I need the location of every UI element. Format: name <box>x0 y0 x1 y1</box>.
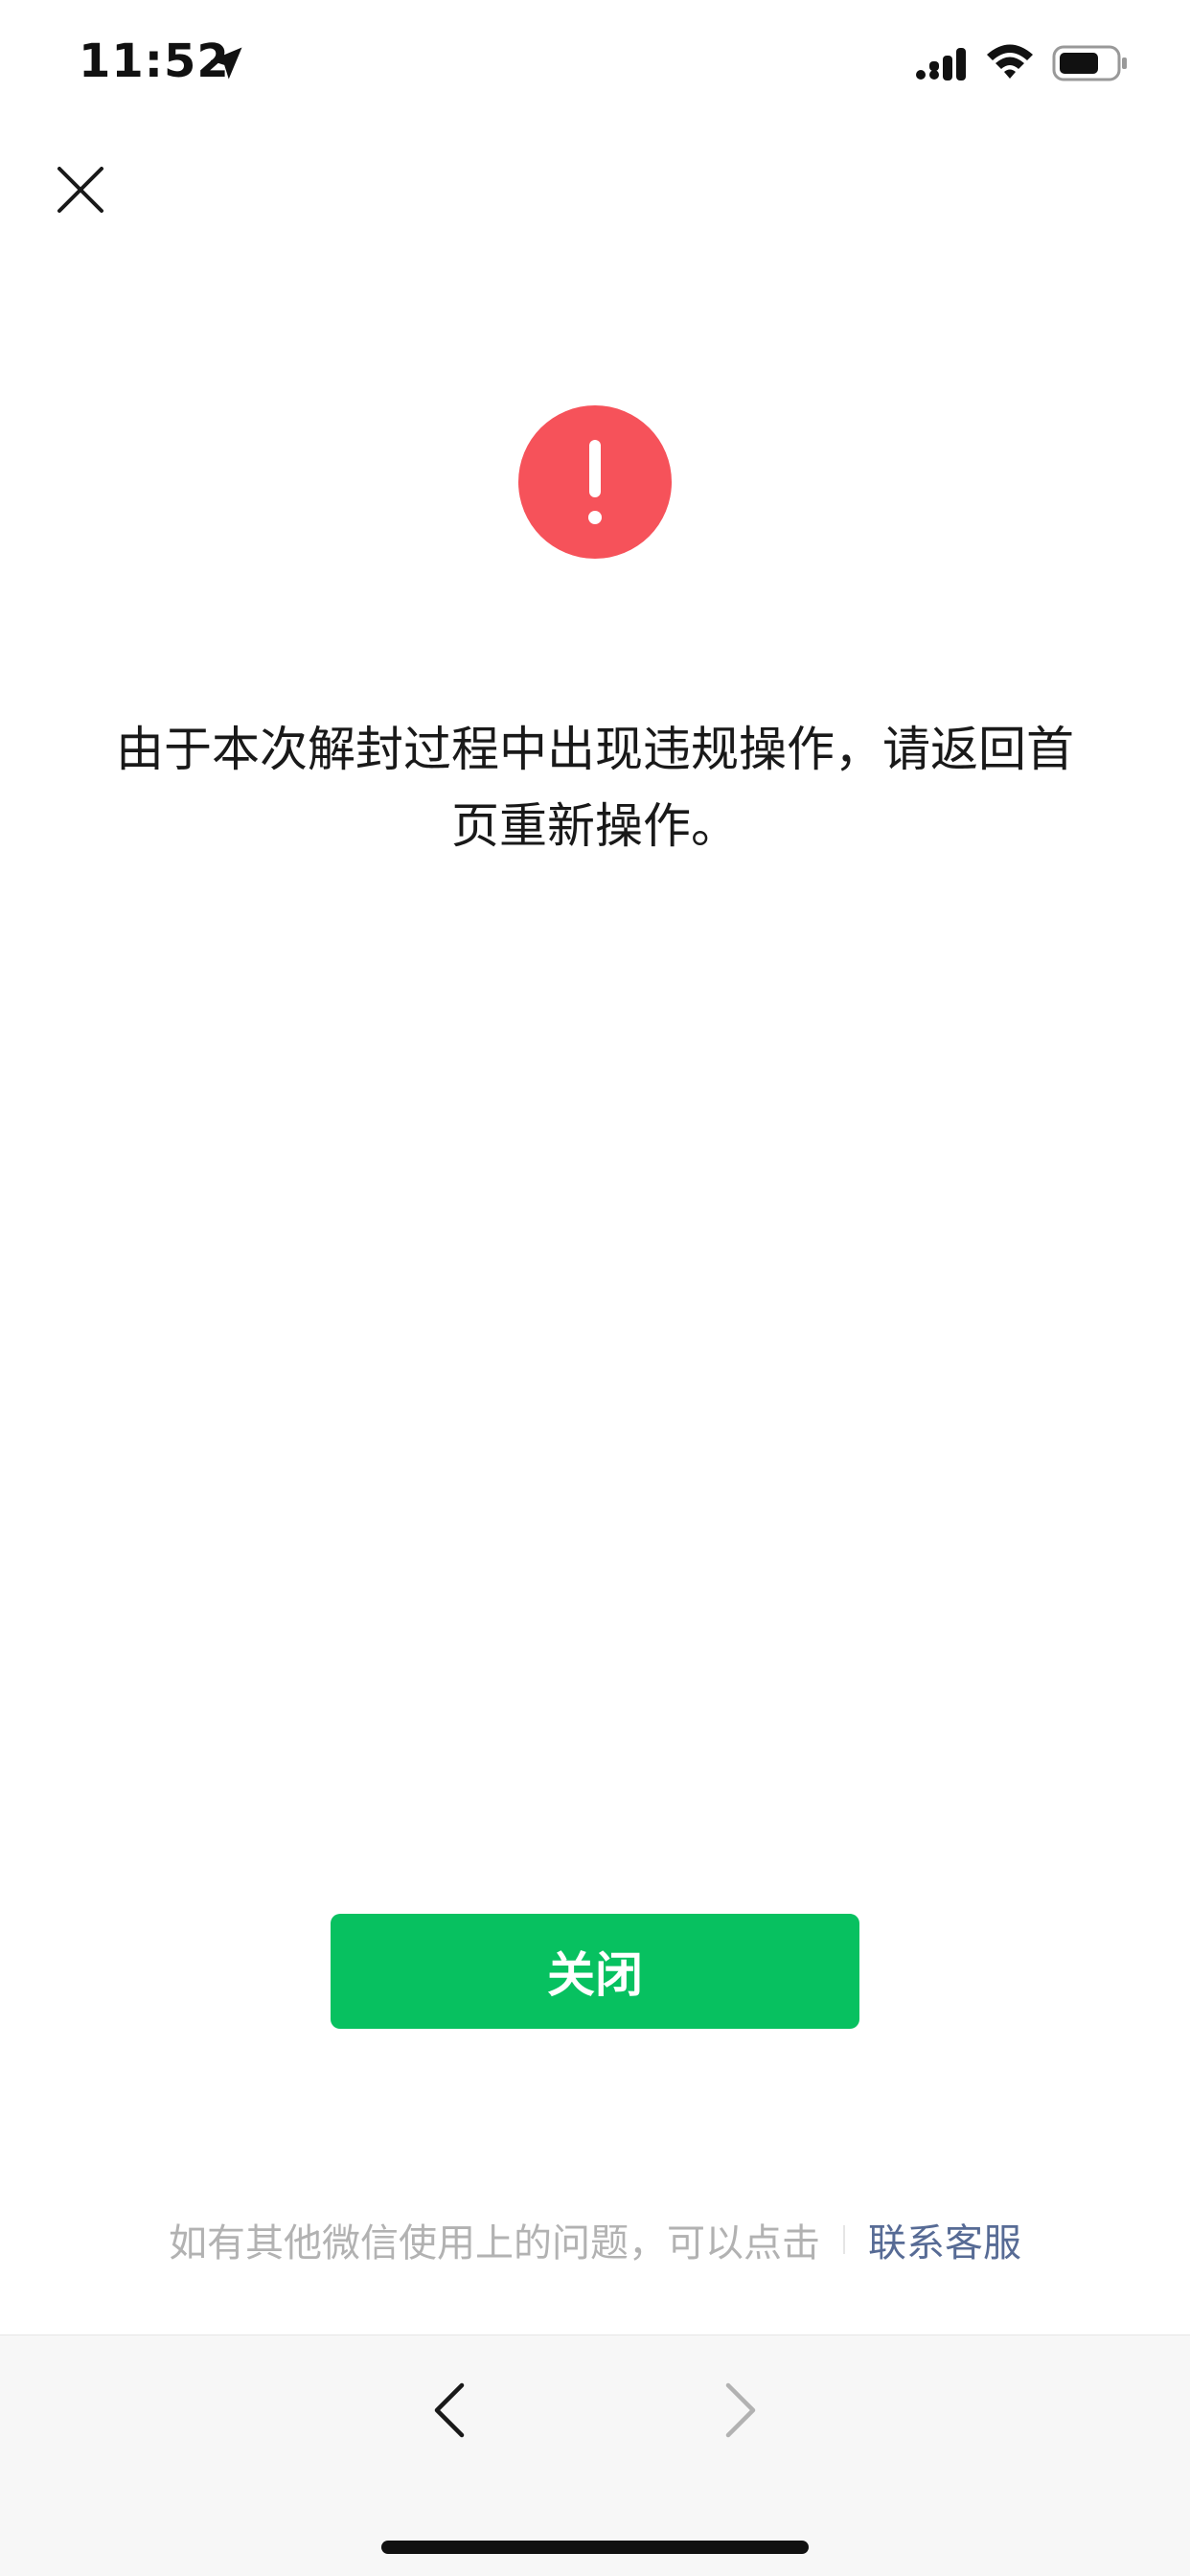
home-indicator <box>381 2541 809 2554</box>
battery-icon <box>1052 45 1127 81</box>
alert-message: 由于本次解封过程中出现违规操作，请返回首页重新操作。 <box>116 722 1074 854</box>
location-arrow-icon <box>210 47 242 80</box>
help-divider <box>843 2225 845 2254</box>
status-bar: 11:52 <box>0 0 1190 125</box>
screen: 11:52 由于本次解封过程中出现违规操作，请返回首页重新操作。 关闭 如有其他… <box>0 0 1190 2576</box>
exclamation-bar <box>589 440 601 497</box>
cellular-signal-icon <box>916 48 966 80</box>
contact-support-link[interactable]: 联系客服 <box>868 2212 1021 2267</box>
help-line: 如有其他微信使用上的问题，可以点击 联系客服 <box>0 2206 1190 2273</box>
wifi-icon <box>987 44 1033 79</box>
error-exclamation-icon <box>518 405 672 559</box>
close-icon[interactable] <box>54 163 107 217</box>
chevron-left-icon[interactable] <box>427 2380 471 2441</box>
close-button[interactable]: 关闭 <box>331 1914 859 2029</box>
chevron-right-icon <box>725 2382 756 2438</box>
bottom-toolbar <box>0 2334 1190 2576</box>
exclamation-dot <box>588 511 602 524</box>
help-text: 如有其他微信使用上的问题，可以点击 <box>169 2221 820 2266</box>
